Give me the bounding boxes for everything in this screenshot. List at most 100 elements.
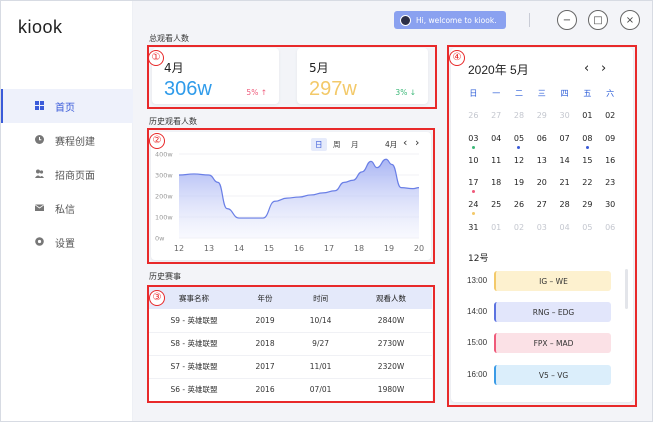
calendar-week: 03 04 05 06 07 08 09	[462, 132, 622, 154]
minimize-icon: −	[562, 14, 572, 26]
calendar-day[interactable]: 04	[485, 132, 508, 154]
calendar-day[interactable]: 03	[462, 132, 485, 154]
schedule-date: 12号	[468, 254, 489, 264]
card-value: 306w	[164, 78, 212, 100]
maximize-button[interactable]: □	[588, 10, 608, 30]
calendar-day[interactable]: 31	[462, 221, 485, 243]
calendar-day[interactable]: 16	[599, 154, 622, 176]
table-row[interactable]: S7 - 英雄联盟 2017 11/01 2320W	[149, 355, 432, 379]
calendar-day[interactable]: 25	[485, 198, 508, 220]
calendar-day[interactable]: 20	[530, 176, 553, 198]
welcome-banner[interactable]: Hi, welcome to kiook.	[394, 11, 506, 29]
calendar-day[interactable]: 02	[599, 109, 622, 131]
table-row[interactable]: S6 - 英雄联盟 2016 07/01 1980W	[149, 378, 432, 402]
calendar-day[interactable]: 07	[553, 132, 576, 154]
y-tick-label: 400w	[155, 151, 173, 159]
calendar-day[interactable]: 14	[553, 154, 576, 176]
table-cell: 2840W	[350, 309, 432, 333]
calendar-prev-button[interactable]: ‹	[584, 61, 589, 76]
table-cell: S8 - 英雄联盟	[149, 332, 239, 356]
app-logo: kiook	[18, 17, 63, 37]
calendar-day[interactable]: 17	[462, 176, 485, 198]
calendar-day[interactable]: 24	[462, 198, 485, 220]
clock-icon	[35, 135, 44, 144]
sidebar-item-messages[interactable]: 私信	[1, 191, 133, 225]
x-tick-label: 19	[384, 244, 394, 253]
table-cell: 2730W	[350, 332, 432, 356]
schedule-match[interactable]: V5 – VG	[494, 365, 611, 385]
calendar-day[interactable]: 30	[553, 109, 576, 131]
calendar-day[interactable]: 23	[599, 176, 622, 198]
calendar-day[interactable]: 01	[485, 221, 508, 243]
y-tick-label: 100w	[155, 214, 173, 222]
table-row[interactable]: S8 - 英雄联盟 2018 9/27 2730W	[149, 332, 432, 356]
calendar-day[interactable]: 04	[553, 221, 576, 243]
table-header-cell: 年份	[239, 287, 292, 309]
card-value: 297w	[309, 78, 357, 100]
calendar-next-button[interactable]: ›	[601, 61, 606, 76]
calendar-day[interactable]: 28	[553, 198, 576, 220]
weekday-label: 日	[469, 89, 478, 98]
viewers-section-title: 总观看人数	[149, 34, 189, 43]
sidebar-item-settings[interactable]: 设置	[1, 225, 133, 259]
schedule-time: 15:00	[467, 338, 488, 347]
calendar-day[interactable]: 22	[576, 176, 599, 198]
weekday-label: 二	[514, 89, 523, 98]
calendar-day[interactable]: 29	[576, 198, 599, 220]
y-tick-label: 300w	[155, 172, 173, 180]
calendar-day[interactable]: 06	[599, 221, 622, 243]
calendar-day[interactable]: 15	[576, 154, 599, 176]
annotation-badge-1: ①	[148, 50, 164, 66]
sidebar-item-label: 招商页面	[55, 170, 95, 182]
table-cell: 10/14	[291, 309, 351, 333]
calendar-day[interactable]: 29	[530, 109, 553, 131]
sidebar-item-label: 赛程创建	[55, 136, 95, 148]
calendar-grid: 日一二三四五六 26 27 28 29 30 01 02 03 04 05 06 07 08 09 10 11 1…	[462, 87, 622, 243]
calendar-day[interactable]: 10	[462, 154, 485, 176]
calendar-day[interactable]: 27	[485, 109, 508, 131]
calendar-day[interactable]: 02	[508, 221, 531, 243]
table-cell: 2018	[239, 332, 292, 356]
calendar-day[interactable]: 27	[530, 198, 553, 220]
calendar-day[interactable]: 30	[599, 198, 622, 220]
close-button[interactable]: ×	[620, 10, 640, 30]
schedule-match[interactable]: RNG – EDG	[494, 302, 611, 322]
event-dot	[471, 190, 475, 194]
calendar-day[interactable]: 12	[508, 154, 531, 176]
calendar-day[interactable]: 19	[508, 176, 531, 198]
calendar-day[interactable]: 09	[599, 132, 622, 154]
calendar-day[interactable]: 05	[508, 132, 531, 154]
history-chart: 0w 100w 200w 300w 400w 12 13 14 15 16 17 18 19 20	[155, 151, 424, 254]
calendar-day[interactable]: 26	[508, 198, 531, 220]
calendar-day[interactable]: 13	[530, 154, 553, 176]
calendar-day[interactable]: 08	[576, 132, 599, 154]
table-header-row: 赛事名称 年份 时间 观看人数	[149, 287, 432, 309]
calendar-day[interactable]: 11	[485, 154, 508, 176]
schedule-match[interactable]: FPX – MAD	[494, 333, 611, 353]
x-tick-label: 15	[264, 244, 274, 253]
calendar-day[interactable]: 18	[485, 176, 508, 198]
calendar-day[interactable]: 01	[576, 109, 599, 131]
app-window: kiook 首页 赛程创建 招商页面 私信 设置 Hi, welcome to …	[0, 0, 653, 422]
table-row[interactable]: S9 - 英雄联盟 2019 10/14 2840W	[149, 309, 432, 333]
matches-table: 赛事名称 年份 时间 观看人数 S9 - 英雄联盟 2019 10/14 284…	[149, 287, 432, 402]
calendar-day[interactable]: 21	[553, 176, 576, 198]
minimize-button[interactable]: −	[557, 10, 577, 30]
grid-icon	[35, 101, 44, 110]
sidebar-item-home[interactable]: 首页	[1, 89, 133, 123]
calendar-day[interactable]: 28	[508, 109, 531, 131]
sidebar-item-sponsorship[interactable]: 招商页面	[1, 157, 133, 191]
x-tick-label: 14	[234, 244, 244, 253]
calendar-day[interactable]: 06	[530, 132, 553, 154]
schedule-match[interactable]: IG – WE	[494, 271, 611, 291]
calendar-day[interactable]: 26	[462, 109, 485, 131]
schedule-scrollbar[interactable]	[625, 269, 628, 309]
calendar-day[interactable]: 05	[576, 221, 599, 243]
table-cell: S9 - 英雄联盟	[149, 309, 239, 333]
history-section-title: 历史观看人数	[149, 117, 197, 126]
sidebar-item-schedule-create[interactable]: 赛程创建	[1, 123, 133, 157]
calendar-day[interactable]: 03	[530, 221, 553, 243]
annotation-badge-4: ④	[449, 50, 465, 66]
mail-icon	[35, 204, 44, 211]
calendar-week: 31 01 02 03 04 05 06	[462, 221, 622, 243]
